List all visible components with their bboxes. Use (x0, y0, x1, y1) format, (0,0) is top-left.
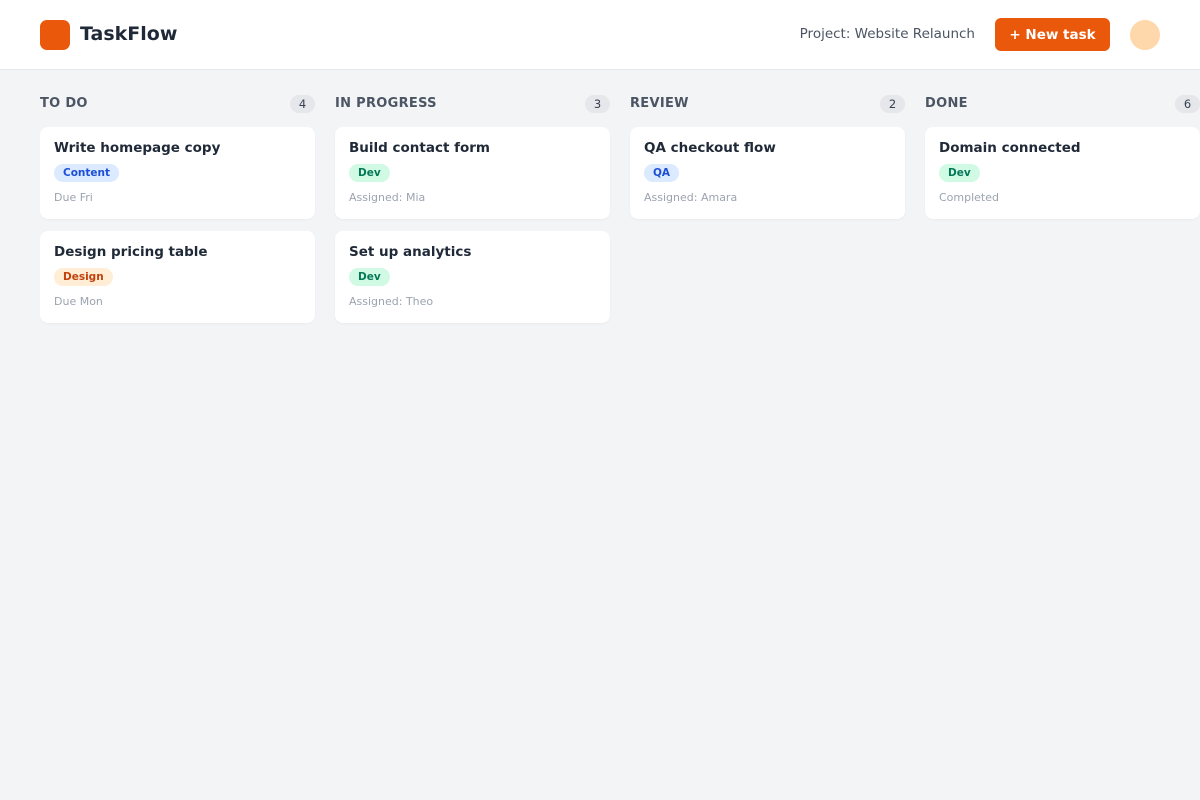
column-count-badge: 4 (290, 95, 315, 113)
new-task-button[interactable]: + New task (995, 18, 1110, 51)
column-count-badge: 2 (880, 95, 905, 113)
kanban-board: TO DO 4 Write homepage copy Content Due Fri D… (40, 70, 1200, 800)
task-card[interactable]: Design pricing table Design Due Mon (40, 231, 315, 323)
column-title: IN PROGRESS (335, 96, 437, 111)
column-header: IN PROGRESS 3 (335, 94, 610, 114)
task-meta: Assigned: Amara (644, 191, 738, 204)
task-title: Build contact form (349, 140, 490, 156)
task-meta: Assigned: Mia (349, 191, 426, 204)
task-title: Write homepage copy (54, 140, 221, 156)
column-title: TO DO (40, 96, 88, 111)
task-meta: Due Fri (54, 191, 93, 204)
column-header: DONE 6 (925, 94, 1200, 114)
task-title: QA checkout flow (644, 140, 776, 156)
column-header: REVIEW 2 (630, 94, 905, 114)
task-tag-badge: Design (54, 268, 113, 286)
task-title: Set up analytics (349, 244, 472, 260)
task-tag-badge: Dev (349, 164, 390, 182)
top-bar: TaskFlow Project: Website Relaunch + New… (0, 0, 1200, 70)
task-card[interactable]: Set up analytics Dev Assigned: Theo (335, 231, 610, 323)
task-tag-badge: Dev (939, 164, 980, 182)
column-title: REVIEW (630, 96, 689, 111)
task-meta: Due Mon (54, 295, 103, 308)
task-tag-badge: QA (644, 164, 680, 182)
task-meta: Assigned: Theo (349, 295, 434, 308)
task-tag-badge: Content (54, 164, 120, 182)
task-card[interactable]: Build contact form Dev Assigned: Mia (335, 127, 610, 219)
task-tag-badge: Dev (349, 268, 390, 286)
task-meta: Completed (939, 191, 999, 204)
column-count-badge: 6 (1175, 95, 1200, 113)
logo-icon (40, 20, 70, 50)
task-title: Design pricing table (54, 244, 208, 260)
column-header: TO DO 4 (40, 94, 315, 114)
app-name: TaskFlow (80, 23, 178, 45)
task-card[interactable]: Domain connected Dev Completed (925, 127, 1200, 219)
avatar[interactable] (1130, 20, 1160, 50)
project-label: Project: Website Relaunch (799, 26, 975, 42)
task-title: Domain connected (939, 140, 1081, 156)
column-count-badge: 3 (585, 95, 610, 113)
task-card[interactable]: QA checkout flow QA Assigned: Amara (630, 127, 905, 219)
column-title: DONE (925, 96, 968, 111)
task-card[interactable]: Write homepage copy Content Due Fri (40, 127, 315, 219)
